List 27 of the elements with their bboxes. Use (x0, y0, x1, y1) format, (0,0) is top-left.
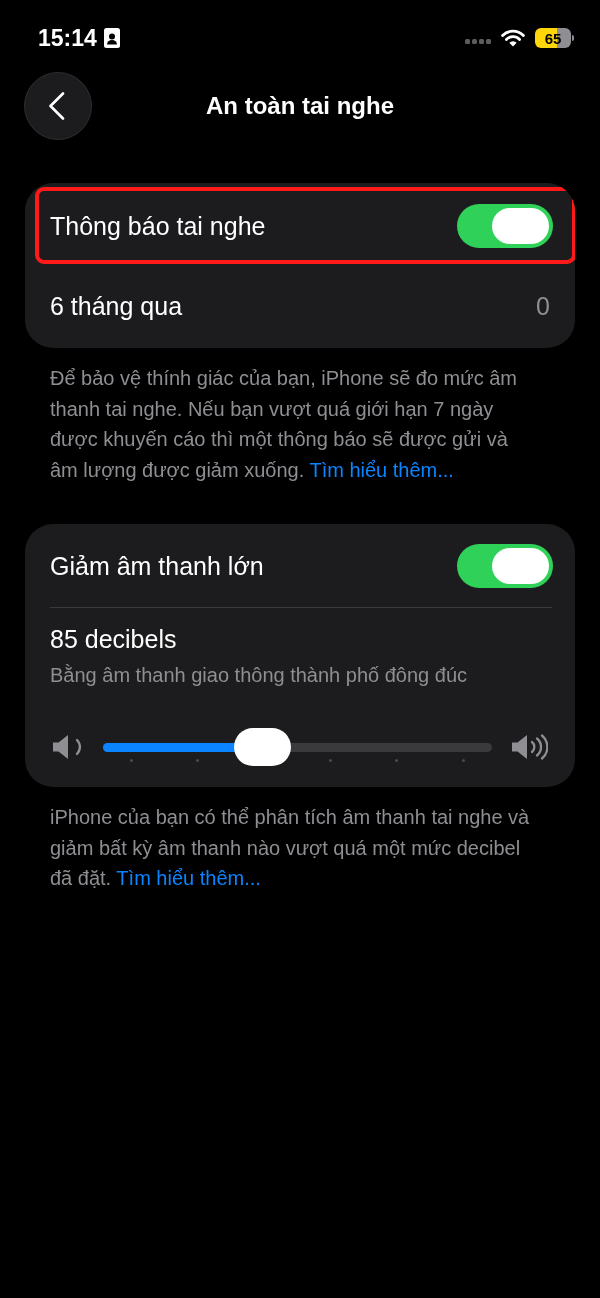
level-label: 85 decibels (50, 625, 177, 653)
section-footer: Để bảo vệ thính giác của bạn, iPhone sẽ đo mức âm thanh tai nghe. Nếu bạn vượt quá giới hạn 7 ngày được khuyến cáo thì một thông báo sẽ được gửi và âm lượng được giảm xuống. Tìm hiểu thêm... (0, 363, 536, 485)
status-time: 15:14 (38, 26, 97, 50)
toggle-switch[interactable] (457, 203, 553, 248)
setting-label: Thông báo tai nghe (50, 210, 266, 241)
page-title: An toàn tai nghe (205, 91, 395, 121)
level-description: Bằng âm thanh giao thông thành phố đông đúc (50, 663, 467, 688)
id-card-icon (103, 28, 120, 48)
setting-label: 6 tháng qua (50, 291, 183, 321)
wifi-icon (501, 29, 525, 47)
signal-icon (465, 38, 491, 44)
setting-value: 0 (536, 291, 550, 321)
back-icon (47, 92, 65, 120)
volume-low-icon (53, 735, 83, 759)
toggle-switch[interactable] (457, 543, 553, 588)
tick-dot (196, 759, 199, 762)
section-footer: iPhone của bạn có thể phân tích âm thanh tai nghe và giảm bất kỳ âm thanh nào vượt quá một mức decibel đã đặt. Tìm hiểu thêm... (0, 802, 536, 894)
tick-dot (395, 759, 399, 762)
tick-dot (328, 759, 332, 762)
tick-dot (461, 759, 465, 762)
learn-more-link[interactable]: Tìm hiểu thêm... (309, 458, 454, 481)
battery-indicator: 65 (535, 28, 574, 48)
learn-more-link[interactable]: Tìm hiểu thêm... (116, 867, 261, 889)
setting-label: Giảm âm thanh lớn (50, 550, 264, 581)
volume-high-icon (512, 734, 548, 760)
slider-thumb[interactable] (234, 728, 291, 766)
tick-dot (129, 759, 133, 762)
